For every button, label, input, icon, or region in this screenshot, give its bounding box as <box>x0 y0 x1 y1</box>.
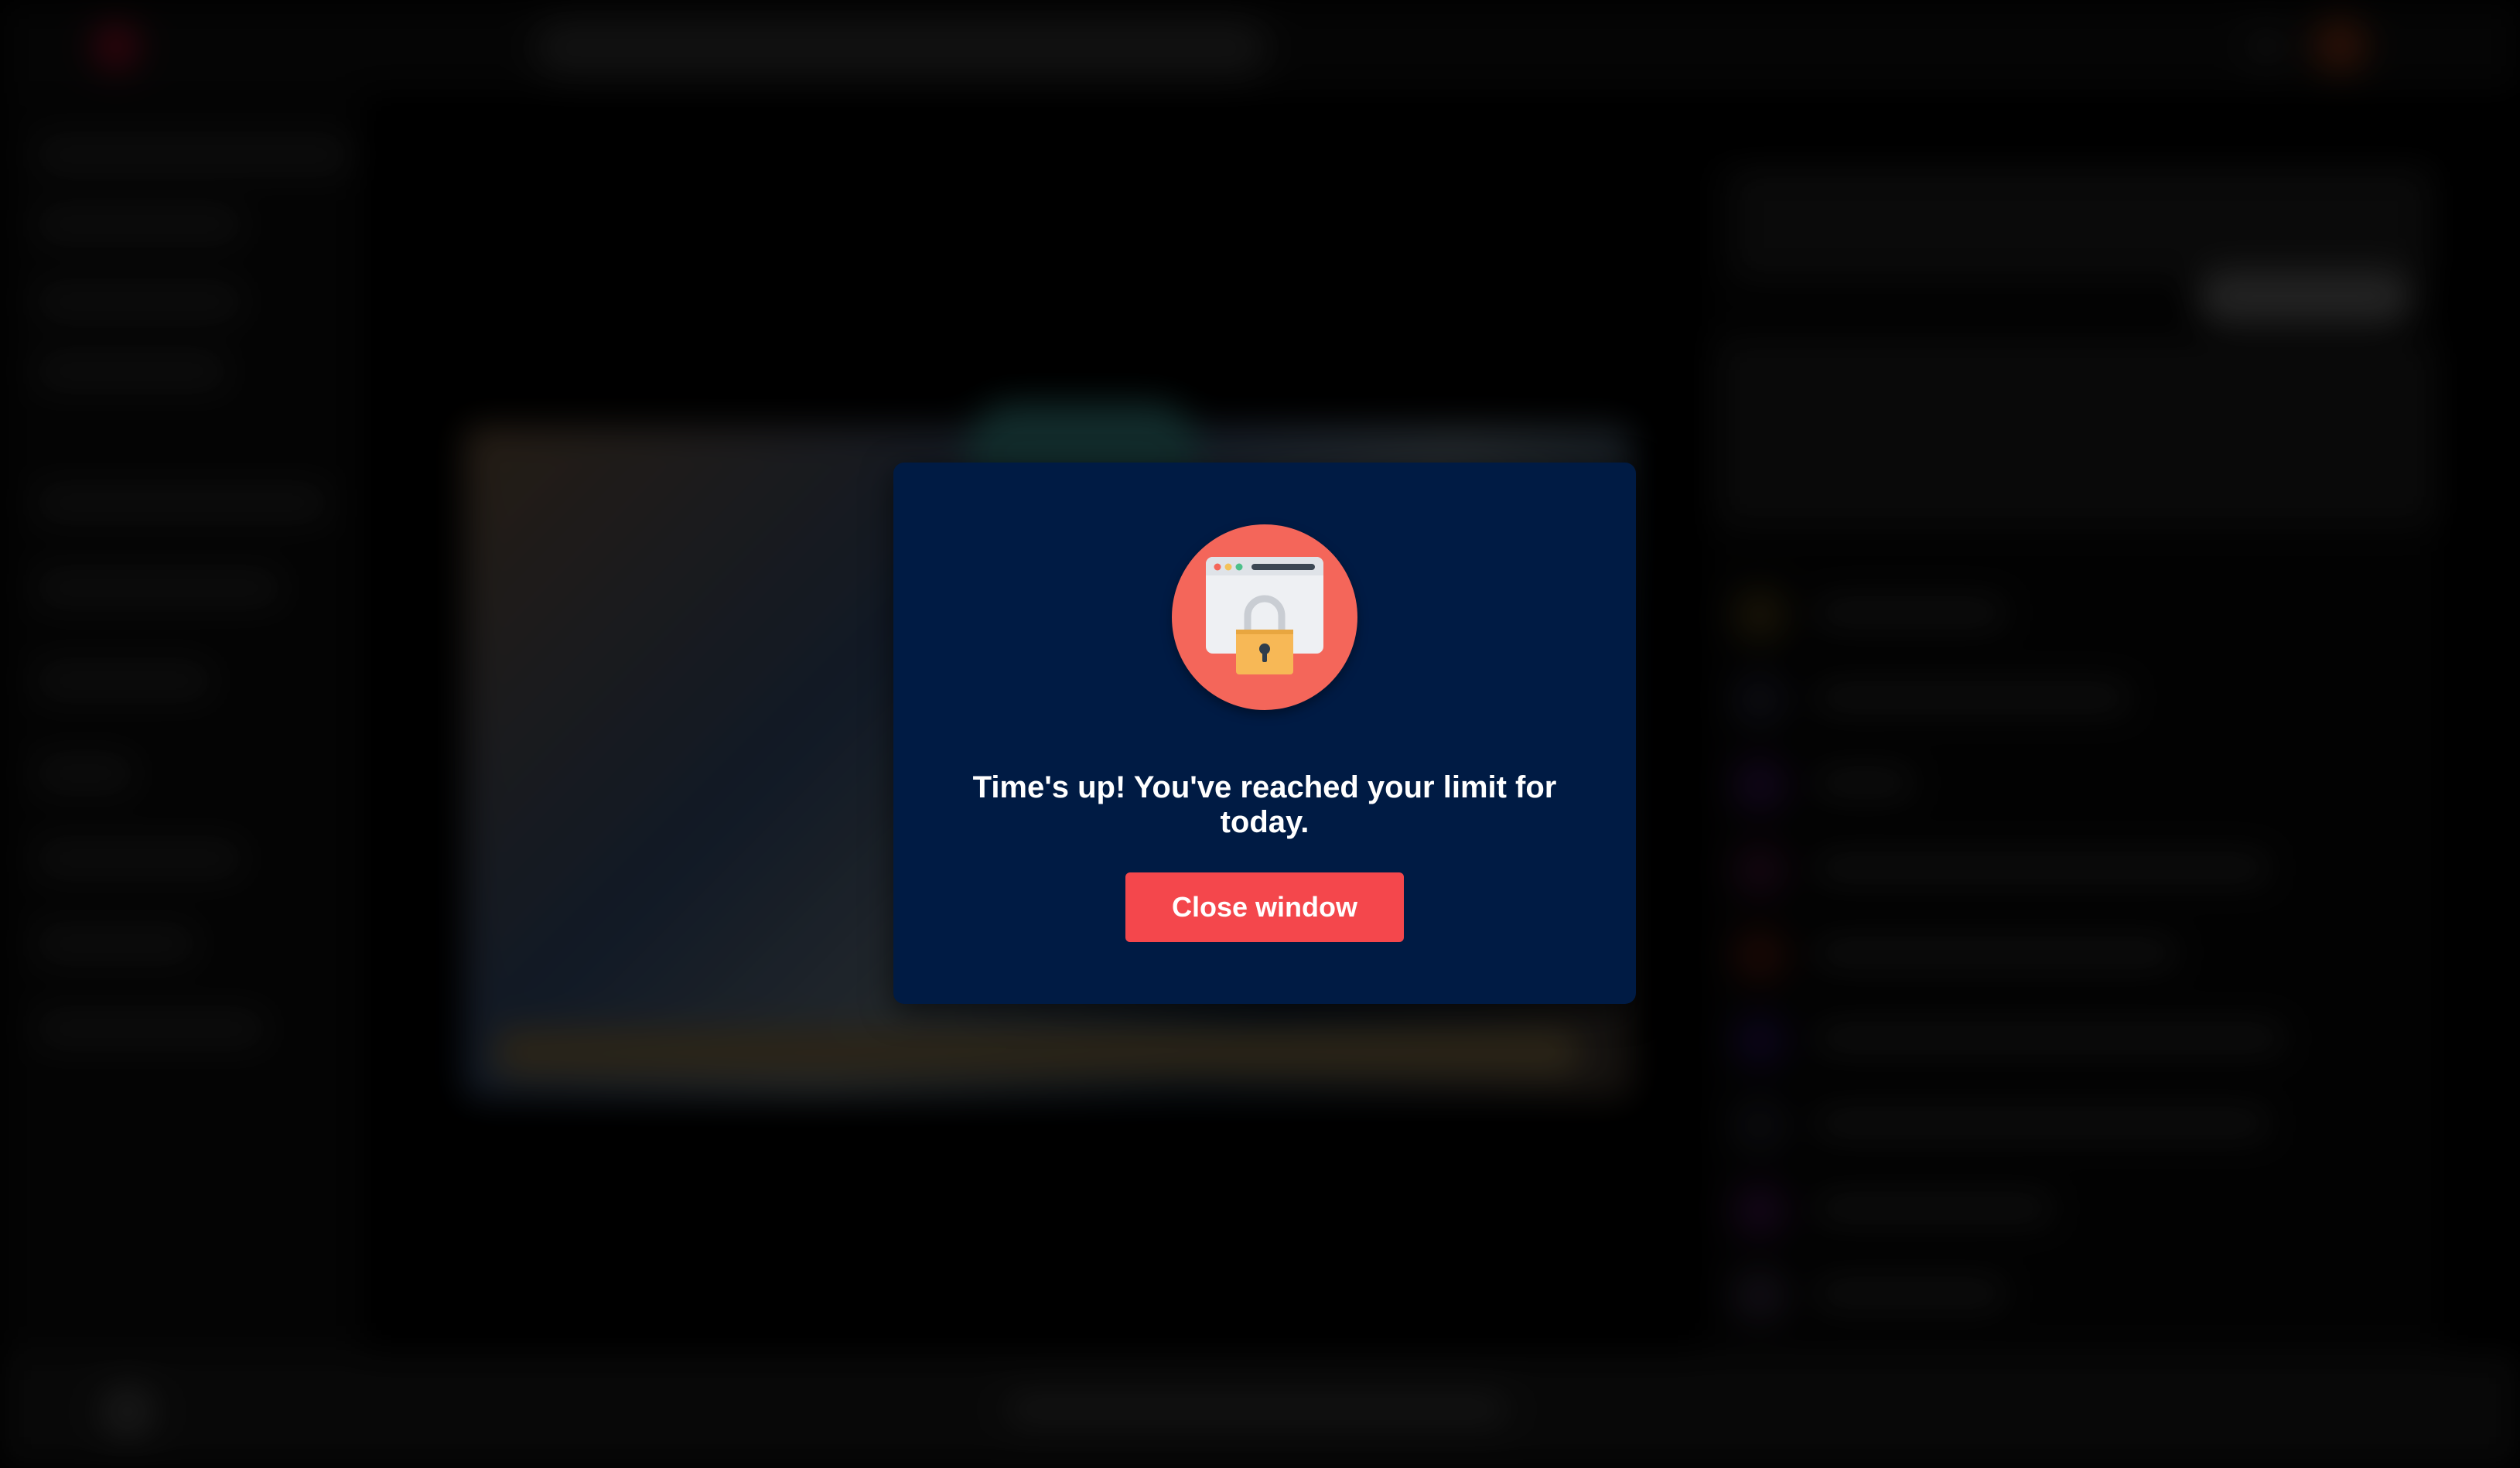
browser-lock-icon <box>1172 524 1357 710</box>
screen: Time's up! You've reached your limit for… <box>0 0 2520 1468</box>
close-window-button[interactable]: Close window <box>1125 872 1404 942</box>
time-limit-dialog: Time's up! You've reached your limit for… <box>893 463 1636 1004</box>
time-limit-message: Time's up! You've reached your limit for… <box>972 770 1557 839</box>
